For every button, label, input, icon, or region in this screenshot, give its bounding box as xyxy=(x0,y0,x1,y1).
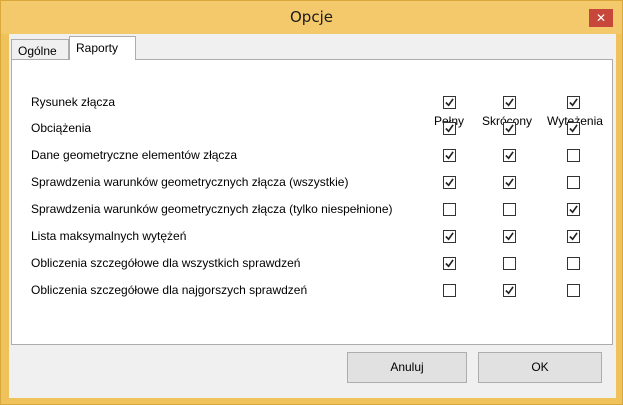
options-dialog: Opcje ✕ Ogólne Raporty Pełny Skrócony Wy… xyxy=(0,0,623,405)
checkbox-effort[interactable] xyxy=(567,122,580,135)
checkbox-short[interactable] xyxy=(503,176,516,189)
tab-general[interactable]: Ogólne xyxy=(11,39,69,59)
check-icon xyxy=(505,178,514,187)
report-option-label: Dane geometryczne elementów złącza xyxy=(31,148,238,162)
checkbox-effort[interactable] xyxy=(567,284,580,297)
report-option-label: Sprawdzenia warunków geometrycznych złąc… xyxy=(31,175,349,189)
title-bar[interactable]: Opcje ✕ xyxy=(1,1,622,34)
checkbox-effort[interactable] xyxy=(567,149,580,162)
checkbox-short[interactable] xyxy=(503,203,516,216)
checkbox-effort[interactable] xyxy=(567,230,580,243)
report-option-label: Obciążenia xyxy=(31,121,92,135)
checkbox-full[interactable] xyxy=(443,149,456,162)
checkbox-short[interactable] xyxy=(503,149,516,162)
checkbox-effort[interactable] xyxy=(567,96,580,109)
window-title: Opcje xyxy=(290,8,333,26)
check-icon xyxy=(569,124,578,133)
checkbox-full[interactable] xyxy=(443,96,456,109)
check-icon xyxy=(445,151,454,160)
reports-panel: Pełny Skrócony Wytężenia Rysunek złącza O… xyxy=(11,59,613,345)
check-icon xyxy=(569,98,578,107)
check-icon xyxy=(569,205,578,214)
close-button[interactable]: ✕ xyxy=(589,9,613,27)
tab-reports[interactable]: Raporty xyxy=(69,36,136,60)
checkbox-short[interactable] xyxy=(503,122,516,135)
check-icon xyxy=(505,124,514,133)
check-icon xyxy=(505,151,514,160)
dialog-client-area: Ogólne Raporty Pełny Skrócony Wytężenia … xyxy=(9,34,616,398)
checkbox-full[interactable] xyxy=(443,122,456,135)
checkbox-full[interactable] xyxy=(443,176,456,189)
cancel-button[interactable]: Anuluj xyxy=(347,352,467,383)
report-option-label: Obliczenia szczegółowe dla najgorszych s… xyxy=(31,283,308,297)
ok-button[interactable]: OK xyxy=(478,352,602,383)
check-icon xyxy=(569,232,578,241)
check-icon xyxy=(445,98,454,107)
check-icon xyxy=(445,232,454,241)
checkbox-effort[interactable] xyxy=(567,203,580,216)
checkbox-full[interactable] xyxy=(443,230,456,243)
check-icon xyxy=(445,178,454,187)
check-icon xyxy=(505,286,514,295)
checkbox-full[interactable] xyxy=(443,203,456,216)
checkbox-short[interactable] xyxy=(503,284,516,297)
checkbox-short[interactable] xyxy=(503,257,516,270)
check-icon xyxy=(445,259,454,268)
report-option-label: Obliczenia szczegółowe dla wszystkich sp… xyxy=(31,256,301,270)
check-icon xyxy=(505,98,514,107)
checkbox-full[interactable] xyxy=(443,284,456,297)
report-option-label: Rysunek złącza xyxy=(31,95,116,109)
checkbox-short[interactable] xyxy=(503,230,516,243)
checkbox-effort[interactable] xyxy=(567,257,580,270)
checkbox-full[interactable] xyxy=(443,257,456,270)
checkbox-short[interactable] xyxy=(503,96,516,109)
check-icon xyxy=(505,232,514,241)
check-icon xyxy=(445,124,454,133)
report-option-label: Lista maksymalnych wytężeń xyxy=(31,229,187,243)
checkbox-effort[interactable] xyxy=(567,176,580,189)
report-option-label: Sprawdzenia warunków geometrycznych złąc… xyxy=(31,202,393,216)
